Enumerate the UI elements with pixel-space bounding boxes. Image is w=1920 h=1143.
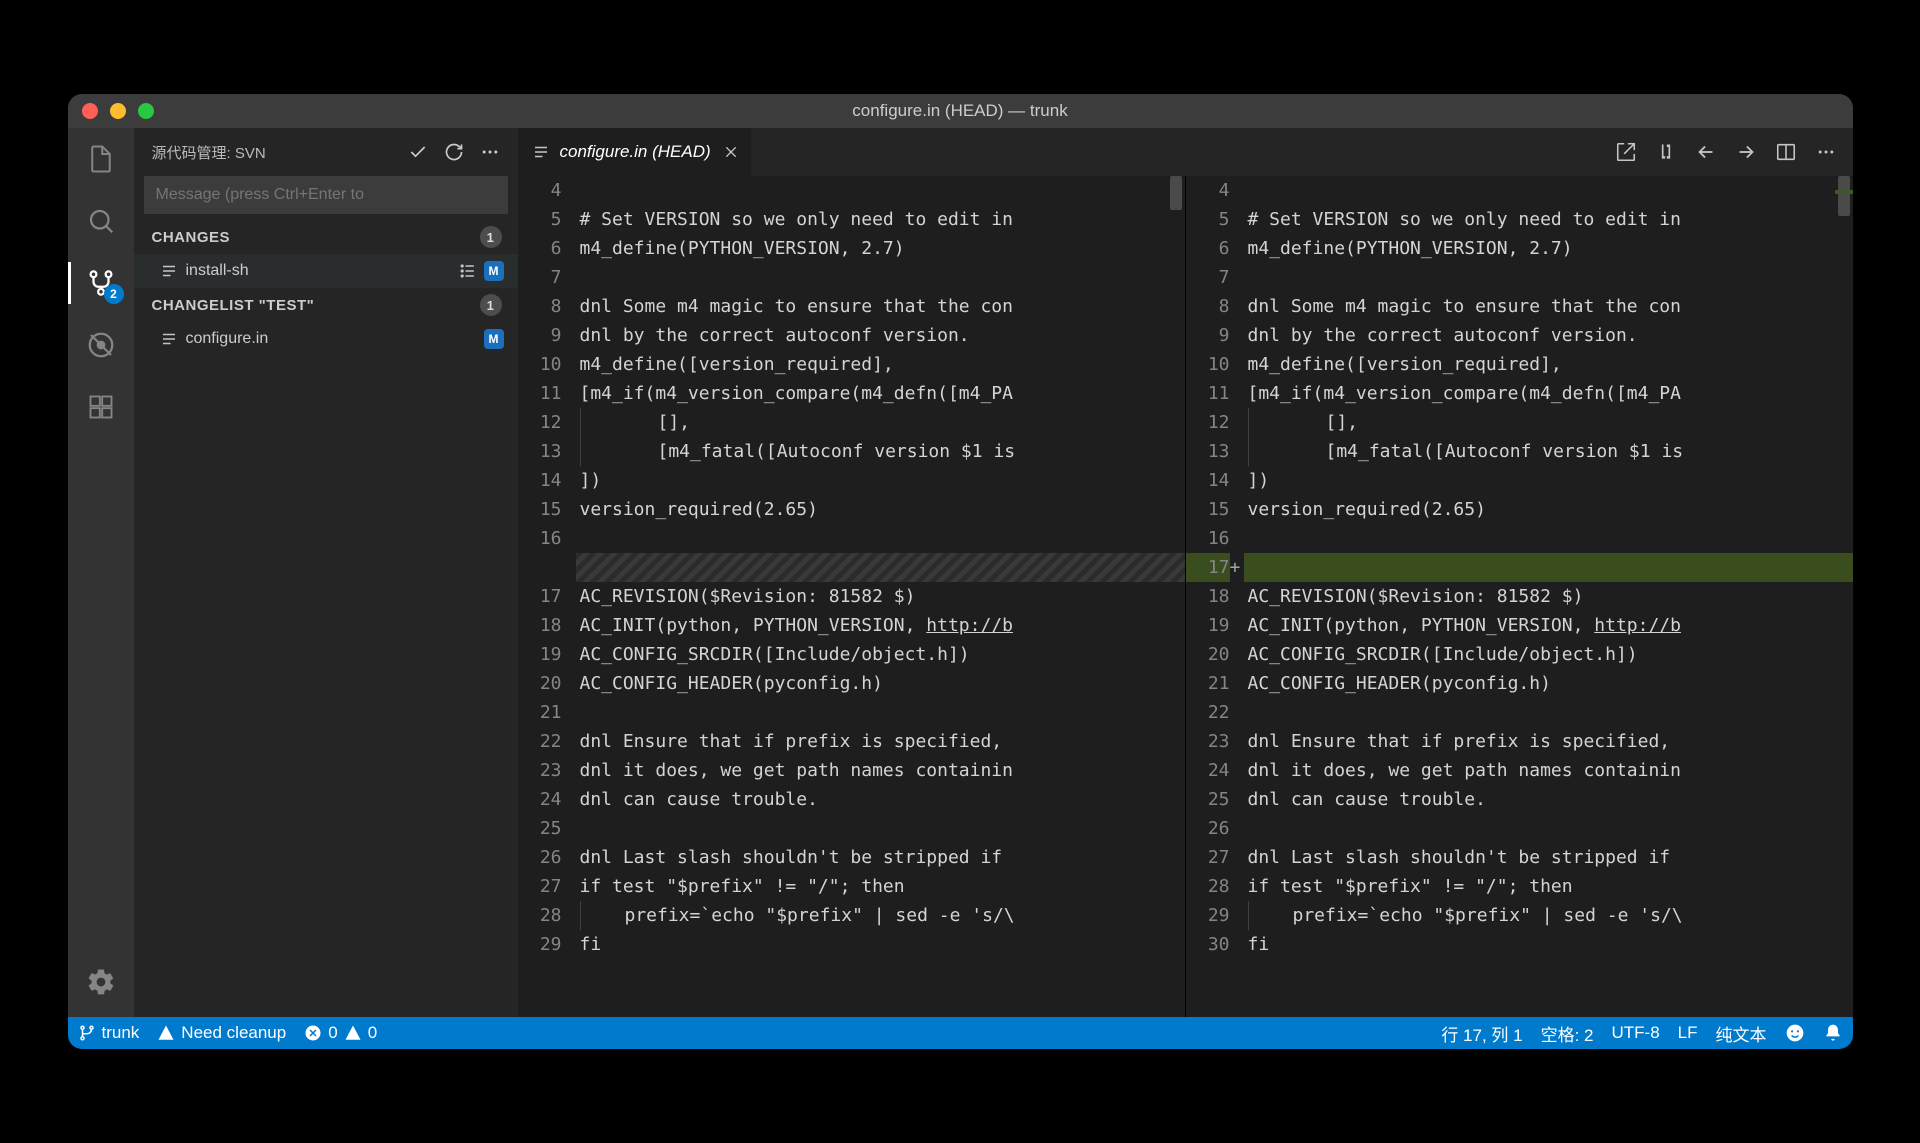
- right-code[interactable]: # Set VERSION so we only need to edit in…: [1244, 176, 1853, 1017]
- more-editor-actions-icon[interactable]: [1813, 139, 1839, 165]
- next-change-icon[interactable]: [1733, 139, 1759, 165]
- editor-tab-configure-in[interactable]: configure.in (HEAD): [518, 128, 752, 176]
- encoding-indicator[interactable]: UTF-8: [1611, 1023, 1659, 1043]
- scm-badge: 2: [104, 284, 124, 304]
- editor-group: configure.in (HEAD): [518, 128, 1853, 1017]
- file-status-badge: M: [484, 261, 504, 281]
- scm-sidebar-header: 源代码管理: SVN: [134, 128, 518, 176]
- file-lines-icon: [160, 262, 178, 280]
- changes-section-header[interactable]: CHANGES 1: [134, 220, 518, 254]
- settings-gear-icon[interactable]: [84, 965, 118, 999]
- open-file-icon[interactable]: [1613, 139, 1639, 165]
- debug-tab[interactable]: [84, 328, 118, 362]
- close-window-button[interactable]: [82, 103, 98, 119]
- cursor-position[interactable]: 行 17, 列 1: [1441, 1021, 1522, 1046]
- statusbar: trunk Need cleanup 0 0 行 17, 列 1 空格: 2 U…: [68, 1017, 1853, 1049]
- changelist-label: CHANGELIST "TEST": [152, 297, 480, 314]
- extensions-tab[interactable]: [84, 390, 118, 424]
- notifications-icon[interactable]: [1823, 1023, 1843, 1043]
- commit-action-icon[interactable]: [404, 138, 432, 166]
- changes-count-badge: 1: [480, 226, 502, 248]
- explorer-tab[interactable]: [84, 142, 118, 176]
- file-status-badge: M: [484, 329, 504, 349]
- tab-label: configure.in (HEAD): [560, 142, 711, 162]
- scm-sidebar: 源代码管理: SVN CHANGES 1 ins: [134, 128, 518, 1017]
- titlebar: configure.in (HEAD) — trunk: [68, 94, 1853, 128]
- branch-indicator[interactable]: trunk: [78, 1023, 140, 1043]
- diff-editor: 4567891011121314151617181920212223242526…: [518, 176, 1853, 1017]
- changelist-count-badge: 1: [480, 294, 502, 316]
- minimize-window-button[interactable]: [110, 103, 126, 119]
- left-scrollbar[interactable]: [1167, 176, 1185, 1017]
- commit-message-input[interactable]: [144, 176, 508, 214]
- app-window: configure.in (HEAD) — trunk 2: [68, 94, 1853, 1049]
- split-editor-icon[interactable]: [1773, 139, 1799, 165]
- language-indicator[interactable]: 纯文本: [1716, 1021, 1767, 1046]
- diff-left-pane[interactable]: 4567891011121314151617181920212223242526…: [518, 176, 1185, 1017]
- right-gutter: 4567891011121314151617+18192021222324252…: [1186, 176, 1244, 1017]
- window-title: configure.in (HEAD) — trunk: [68, 101, 1853, 121]
- changes-label: CHANGES: [152, 229, 480, 246]
- file-row-install-sh[interactable]: install-sh M: [134, 254, 518, 288]
- warning-count: 0: [368, 1023, 377, 1043]
- editor-actions: [1599, 128, 1853, 176]
- prev-change-icon[interactable]: [1693, 139, 1719, 165]
- more-actions-icon[interactable]: [476, 138, 504, 166]
- left-code[interactable]: # Set VERSION so we only need to edit in…: [576, 176, 1185, 1017]
- maximize-window-button[interactable]: [138, 103, 154, 119]
- changelist-icon[interactable]: [458, 261, 478, 281]
- changelist-section-header[interactable]: CHANGELIST "TEST" 1: [134, 288, 518, 322]
- file-row-configure-in[interactable]: configure.in M: [134, 322, 518, 356]
- feedback-icon[interactable]: [1785, 1023, 1805, 1043]
- indent-indicator[interactable]: 空格: 2: [1541, 1021, 1594, 1046]
- activity-bar: 2: [68, 128, 134, 1017]
- search-tab[interactable]: [84, 204, 118, 238]
- diff-right-pane[interactable]: 4567891011121314151617+18192021222324252…: [1185, 176, 1853, 1017]
- traffic-lights: [82, 103, 154, 119]
- left-gutter: 4567891011121314151617181920212223242526…: [518, 176, 576, 1017]
- problems-indicator[interactable]: 0 0: [304, 1023, 377, 1043]
- editor-tabs: configure.in (HEAD): [518, 128, 1853, 176]
- file-name: configure.in: [186, 330, 476, 348]
- overview-ruler[interactable]: [1835, 176, 1853, 1017]
- source-control-tab[interactable]: 2: [84, 266, 118, 300]
- cleanup-label: Need cleanup: [181, 1023, 286, 1043]
- eol-indicator[interactable]: LF: [1678, 1023, 1698, 1043]
- error-count: 0: [328, 1023, 337, 1043]
- close-tab-icon[interactable]: [721, 142, 741, 162]
- file-name: install-sh: [186, 262, 450, 280]
- main-area: 2 源代码管理: SVN: [68, 128, 1853, 1017]
- scm-title: 源代码管理: SVN: [152, 142, 396, 163]
- file-lines-icon: [160, 330, 178, 348]
- branch-name: trunk: [102, 1023, 140, 1043]
- cleanup-indicator[interactable]: Need cleanup: [157, 1023, 286, 1043]
- refresh-action-icon[interactable]: [440, 138, 468, 166]
- whitespace-icon[interactable]: [1653, 139, 1679, 165]
